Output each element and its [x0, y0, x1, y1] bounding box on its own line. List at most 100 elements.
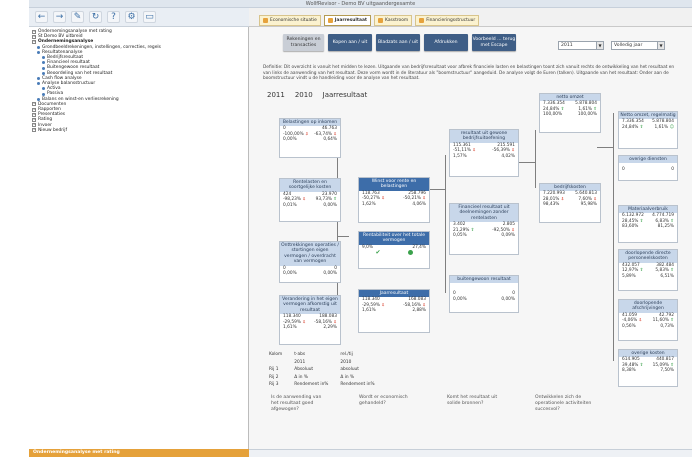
- expand-icon: −: [32, 123, 36, 128]
- expand-icon: −: [32, 118, 36, 123]
- arrow-down-icon: ⇩: [305, 131, 309, 137]
- arrow-down-icon: ⇩: [511, 148, 515, 154]
- chart-icon: [378, 18, 384, 23]
- box-personeelskosten: doorlopende directe personeelskosten 432…: [618, 249, 678, 291]
- box-buitengewoon-resultaat: buitengewoon resultaat 00 0,00% 0,00%: [449, 275, 519, 313]
- app-window: WollfRevisor - Demo BV uitgaandergesamte…: [29, 0, 692, 457]
- bladzats-button[interactable]: Bladzats aan / uit: [376, 34, 420, 51]
- sidebar-item-label: Nieuw bedrijf: [38, 127, 68, 133]
- arrow-down-icon: ⇩: [560, 196, 565, 202]
- question-aanwending: Is de aanwending van het resultaat goed …: [271, 395, 322, 412]
- main-content: Rekeningen en transacties Kopen aan / ui…: [249, 27, 692, 449]
- chart-icon: [263, 18, 268, 23]
- box-rentelasten: Rentelasten en soortgelijke kosten 424 23…: [279, 178, 341, 222]
- box-bedrijfskosten: bedrijfskosten 7.220.993 5.640.813 28,01%…: [539, 183, 601, 223]
- node-icon: [37, 97, 40, 101]
- expand-icon: −: [32, 40, 36, 44]
- window-title: WollfRevisor - Demo BV uitgaandergesamte: [29, 0, 692, 8]
- settings-icon[interactable]: ⚙: [125, 11, 138, 23]
- question-economisch: Wordt er economisch gehandeld?: [359, 395, 408, 406]
- arrow-down-icon: ⇩: [511, 227, 515, 233]
- arrow-down-icon: ⇩: [638, 318, 643, 324]
- legend-table: Kolom t-abs rel./tij 2011 2010 Rij 1 Absoluu…: [269, 352, 375, 388]
- box-onttrekkingen: Onttrekkingen operaties / stortingen eig…: [279, 241, 341, 283]
- forward-icon[interactable]: →: [53, 11, 66, 23]
- expand-icon: −: [32, 34, 36, 39]
- rekeningen-button[interactable]: Rekeningen en transacties: [283, 34, 324, 51]
- status-circle-icon: [407, 250, 413, 256]
- tab-jaarresultaat[interactable]: Jaarresultaat: [323, 15, 372, 26]
- box-belastingen: Belastingen op inkomen 0 46.763 -100,00% …: [279, 118, 341, 158]
- arrow-down-icon: ⇩: [472, 148, 476, 154]
- chevron-down-icon: ▼: [657, 42, 664, 49]
- arrow-up-icon: ⇧: [470, 227, 475, 233]
- arrow-up-icon: ⇧: [670, 268, 674, 274]
- kopen-button[interactable]: Kopen aan / uit: [328, 34, 372, 51]
- box-financieel-resultaat: Financieel resultaat uit deelnemingen zo…: [449, 203, 519, 255]
- check-icon: ✔: [375, 249, 381, 257]
- arrow-up-icon: ⇧: [639, 268, 644, 274]
- arrow-down-icon: ⇩: [381, 196, 385, 202]
- sidebar-tree: − Ondernemingsanalyse met rating − St Demo …: [29, 27, 249, 449]
- year-header: 2011 2010 Jaarresultaat: [267, 91, 368, 99]
- question-row: Is de aanwending van het resultaat goed …: [271, 395, 593, 413]
- refresh-icon[interactable]: ↻: [89, 11, 102, 23]
- chevron-down-icon: ▼: [596, 42, 603, 49]
- voorbeeld-button[interactable]: Voorbeeld ... terug met Escape: [472, 34, 516, 51]
- chart-icon: [327, 18, 333, 23]
- arrow-down-icon: ⇩: [302, 197, 306, 203]
- toolbar: ← → ✎ ↻ ? ⚙ ▭: [29, 8, 249, 27]
- box-winst-voor-rente: Winst voor rente en belastingen 118.763 2…: [358, 177, 430, 223]
- arrow-up-icon: ⇧: [639, 218, 644, 224]
- expand-icon: −: [32, 29, 36, 34]
- box-netto-omzet: netto omzet 7.336.354 5.878.804 24,84% ⇧ 1…: [539, 93, 601, 133]
- connector: [337, 236, 349, 237]
- arrow-up-icon: ⇧: [670, 318, 674, 324]
- expand-icon: −: [32, 128, 36, 133]
- intro-text: Definitie: Dit overzicht is vanuit het m…: [263, 65, 675, 82]
- box-afschrijvingen: doorlopende afschrijvingen 41.059 42.792 …: [618, 299, 678, 341]
- arrow-up-icon: ⇧: [639, 124, 644, 130]
- back-icon[interactable]: ←: [35, 11, 48, 23]
- node-icon: [37, 76, 40, 80]
- box-overige-kosten: overige kosten 614.905 440.817 39,48% ⇧ 15…: [618, 349, 678, 387]
- help-icon[interactable]: ?: [107, 11, 120, 23]
- status-bar: Ondernemingsanalyse met rating: [29, 449, 249, 457]
- arrow-up-icon: ⇧: [333, 197, 337, 203]
- node-icon: [42, 61, 45, 65]
- node-icon: [37, 82, 40, 86]
- connector: [445, 155, 446, 293]
- box-netto-omzet-regelmatig: Netto omzet, regelmatig 7.336.354 5.878.8…: [618, 111, 678, 149]
- window-icon[interactable]: ▭: [143, 11, 156, 23]
- box-materiaalverbruik: Materiaalverbruik 6.132.972 4.774.719 28,…: [618, 205, 678, 243]
- period-select[interactable]: Volledig jaar ▼: [611, 41, 665, 50]
- arrow-down-icon: ⇩: [302, 319, 306, 325]
- box-verandering: Verandering in het eigen vermogen afkoms…: [279, 295, 341, 345]
- expand-icon: −: [32, 107, 36, 112]
- smiley-icon: ☺: [669, 124, 674, 130]
- main-status-bar: [249, 449, 692, 457]
- node-icon: [42, 87, 45, 91]
- node-icon: [42, 71, 45, 75]
- tab-bar: Economische situatie Jaarresultaat Kasst…: [249, 8, 692, 27]
- node-icon: [42, 56, 45, 60]
- connector: [597, 147, 613, 148]
- tab-kasstroom[interactable]: Kasstroom: [374, 15, 413, 26]
- afdrukken-button[interactable]: Afdrukken: [424, 34, 468, 51]
- arrow-down-icon: ⇩: [381, 302, 385, 308]
- arrow-down-icon: ⇩: [333, 319, 337, 325]
- box-overige-diensten: overige diensten 00: [618, 155, 678, 181]
- chart-icon: [419, 18, 425, 23]
- sidebar-item[interactable]: − Nieuw bedrijf: [32, 128, 245, 133]
- box-jaarresultaat: Jaarresultaat 118.340 168.083 -29,59% ⇩ -5…: [358, 289, 430, 333]
- year-select[interactable]: 2011 ▼: [558, 41, 604, 50]
- connector: [535, 130, 536, 188]
- connector: [517, 162, 535, 163]
- node-icon: [37, 45, 40, 49]
- node-icon: [42, 92, 45, 96]
- tab-financieringsstructuur[interactable]: Financieringsstructuur: [415, 15, 480, 26]
- node-icon: [42, 66, 45, 70]
- edit-icon[interactable]: ✎: [71, 11, 84, 23]
- tab-economische-situatie[interactable]: Economische situatie: [259, 15, 321, 26]
- expand-icon: −: [32, 112, 36, 117]
